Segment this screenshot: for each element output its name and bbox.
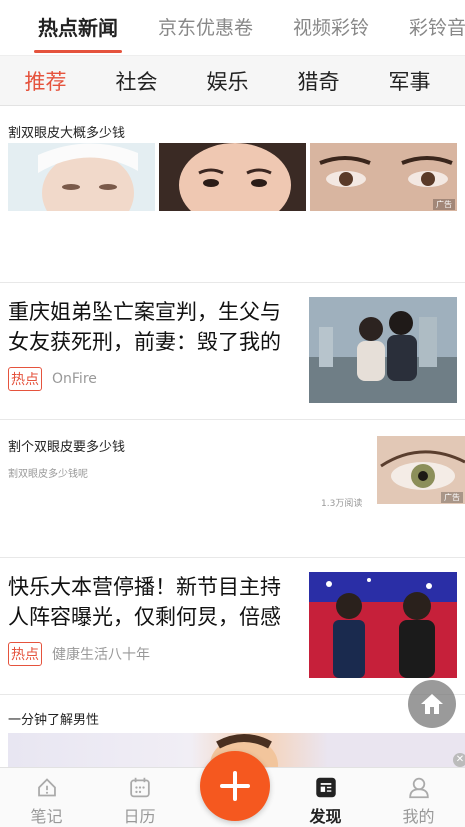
read-count: 1.3万阅读 bbox=[321, 499, 363, 509]
nav-notes[interactable]: 笔记 bbox=[0, 768, 93, 827]
nav-label: 笔记 bbox=[30, 807, 63, 826]
category-society[interactable]: 社会 bbox=[91, 66, 182, 96]
nav-label: 日历 bbox=[123, 807, 156, 826]
discover-icon bbox=[315, 777, 336, 798]
top-tab-bar: 热点新闻 京东优惠卷 视频彩铃 彩铃音 bbox=[0, 0, 465, 56]
category-bar: 推荐 社会 娱乐 猎奇 军事 bbox=[0, 56, 465, 106]
hot-badge: 热点 bbox=[8, 642, 42, 666]
nav-discover[interactable]: 发现 bbox=[279, 768, 372, 827]
ad-subtitle: 割双眼皮多少钱呢 bbox=[8, 469, 88, 480]
nav-label: 发现 bbox=[309, 807, 342, 826]
nav-profile[interactable]: 我的 bbox=[372, 768, 465, 827]
ad-image[interactable] bbox=[159, 143, 306, 211]
news-thumbnail bbox=[309, 572, 457, 678]
ad-card[interactable]: 割双眼皮大概多少钱 广告 bbox=[0, 107, 465, 283]
calendar-icon bbox=[129, 777, 150, 798]
ad-image-row: 广告 bbox=[8, 143, 457, 211]
ad-image: 广告 bbox=[377, 436, 465, 504]
tab-jd-coupons[interactable]: 京东优惠卷 bbox=[158, 0, 253, 55]
ad-label: 广告 bbox=[433, 199, 455, 210]
tab-video-ringtone[interactable]: 视频彩铃 bbox=[293, 0, 369, 55]
ad-card[interactable]: 割个双眼皮要多少钱 割双眼皮多少钱呢 1.3万阅读 广告 bbox=[0, 420, 465, 558]
plus-icon bbox=[220, 771, 250, 801]
hot-badge: 热点 bbox=[8, 367, 42, 391]
note-icon bbox=[37, 778, 56, 797]
news-thumbnail bbox=[309, 297, 457, 403]
add-button[interactable] bbox=[200, 751, 270, 821]
news-item[interactable]: 重庆姐弟坠亡案宣判，生父与女友获死刑，前妻：毁了我的 热点 OnFire bbox=[0, 283, 465, 420]
close-icon[interactable]: ✕ bbox=[453, 753, 465, 767]
category-curiosity[interactable]: 猎奇 bbox=[273, 66, 364, 96]
news-title: 快乐大本营停播！新节目主持人阵容曝光，仅剩何炅，倍感 bbox=[8, 575, 281, 629]
news-title: 重庆姐弟坠亡案宣判，生父与女友获死刑，前妻：毁了我的 bbox=[8, 300, 281, 354]
ad-image[interactable]: 广告 bbox=[310, 143, 457, 211]
ad-title: 割双眼皮大概多少钱 bbox=[8, 126, 126, 141]
news-feed: 割双眼皮大概多少钱 广告 重庆姐弟坠亡案宣判，生父与女友获死刑，前妻：毁了我的 … bbox=[0, 107, 465, 767]
profile-icon bbox=[408, 777, 429, 799]
ad-image[interactable] bbox=[8, 143, 155, 211]
home-icon bbox=[421, 694, 443, 714]
scroll-to-top-button[interactable] bbox=[408, 680, 456, 728]
news-item[interactable]: 快乐大本营停播！新节目主持人阵容曝光，仅剩何炅，倍感 热点 健康生活八十年 bbox=[0, 558, 465, 695]
nav-label: 我的 bbox=[402, 807, 435, 826]
news-source: OnFire bbox=[52, 371, 97, 387]
tab-hot-news[interactable]: 热点新闻 bbox=[34, 0, 122, 55]
ad-title: 一分钟了解男性 bbox=[8, 713, 100, 728]
category-military[interactable]: 军事 bbox=[364, 66, 455, 96]
nav-calendar[interactable]: 日历 bbox=[93, 768, 186, 827]
ad-label: 广告 bbox=[441, 492, 463, 503]
tab-ringtone[interactable]: 彩铃音 bbox=[409, 0, 465, 55]
news-source: 健康生活八十年 bbox=[52, 647, 150, 663]
category-recommend[interactable]: 推荐 bbox=[0, 66, 91, 96]
category-entertainment[interactable]: 娱乐 bbox=[182, 66, 273, 96]
ad-title: 割个双眼皮要多少钱 bbox=[8, 440, 126, 455]
